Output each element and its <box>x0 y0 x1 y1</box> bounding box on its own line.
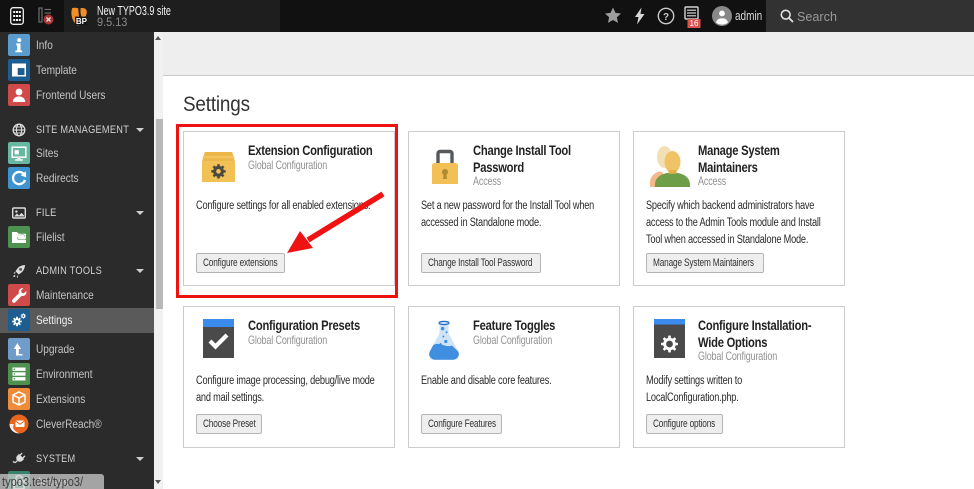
svg-text:BP: BP <box>76 17 88 26</box>
svg-text:16: 16 <box>690 19 699 28</box>
svg-text:?: ? <box>663 12 669 23</box>
